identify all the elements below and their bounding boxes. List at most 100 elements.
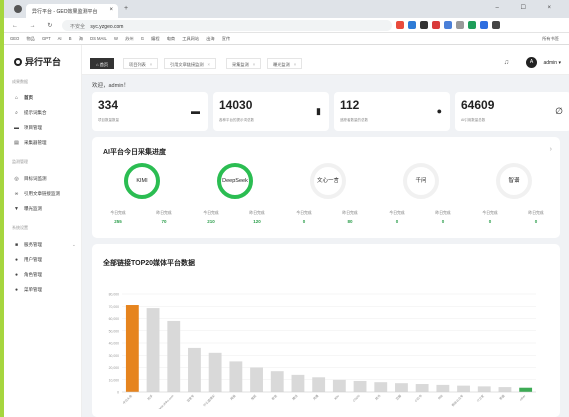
address-bar[interactable]: 不安全 syc.yzgeo.com: [62, 20, 392, 31]
bar[interactable]: [374, 382, 388, 392]
target-icon: ◎: [14, 176, 19, 182]
bar[interactable]: [332, 379, 346, 392]
close-icon[interactable]: ×: [109, 7, 113, 13]
sidebar-item-users[interactable]: ● 用户管理: [14, 257, 42, 263]
x-tick-label: 36kr: [333, 394, 340, 401]
bar[interactable]: [270, 371, 284, 392]
bar[interactable]: [353, 380, 367, 392]
bar[interactable]: [167, 320, 181, 392]
bar[interactable]: [146, 308, 160, 392]
app-logo[interactable]: 异行平台: [14, 55, 61, 68]
bar[interactable]: [188, 347, 201, 392]
bar[interactable]: [498, 387, 512, 392]
extension-icon[interactable]: [396, 21, 404, 29]
bookmark-item[interactable]: GPT: [42, 36, 51, 41]
user-menu[interactable]: admin ▾: [543, 60, 561, 66]
extension-icons: [396, 21, 500, 29]
close-icon[interactable]: ×: [150, 62, 152, 67]
progress-ring: KIMI: [124, 163, 160, 199]
x-tick-label: 网易: [229, 393, 237, 401]
bar[interactable]: [457, 385, 470, 392]
tab-projects[interactable]: 项目列表 ×: [123, 58, 159, 69]
sidebar-item-exposure[interactable]: ▼ 曝光监测: [14, 206, 42, 212]
bookmark-item[interactable]: 编程: [151, 36, 159, 41]
done-label: 今日完成: [296, 211, 312, 215]
window-controls[interactable]: – ☐ ×: [495, 4, 561, 11]
extension-icon[interactable]: [492, 21, 500, 29]
done-stat: 今日完成 0: [470, 211, 510, 224]
sidebar-item-target-words[interactable]: ◎ 目标词监测: [14, 176, 46, 182]
bar[interactable]: [125, 305, 139, 392]
bookmark-item[interactable]: GEO: [10, 36, 19, 41]
extension-icon[interactable]: [468, 21, 476, 29]
extension-icon[interactable]: [456, 21, 464, 29]
bar[interactable]: [415, 384, 429, 392]
sidebar-item-home[interactable]: ⌂ 首页: [14, 95, 33, 101]
browser-tab[interactable]: 异行平台 - GEO效果监测平台 ×: [26, 4, 118, 18]
sidebar-item-menus[interactable]: ● 菜单管理: [14, 287, 42, 293]
bar[interactable]: [477, 386, 491, 392]
chevron-right-icon[interactable]: ›: [550, 146, 552, 153]
bar[interactable]: [519, 387, 533, 392]
sidebar-item-label: 首页: [24, 95, 33, 100]
total-stat: 昨日完成 120: [237, 211, 277, 224]
user-icon: ●: [14, 287, 19, 293]
new-tab-icon[interactable]: +: [124, 5, 128, 12]
sidebar-group-label: 系统设置: [12, 225, 28, 230]
x-tick-label: 简书: [374, 393, 382, 401]
bookmark-item[interactable]: 物品: [26, 36, 34, 41]
tab-exposure[interactable]: 曝光监测 ×: [267, 58, 303, 69]
bookmark-item[interactable]: 出海: [206, 36, 214, 41]
bookmark-item[interactable]: AI: [58, 36, 62, 41]
sidebar-item-projects[interactable]: ▬ 项目管理: [14, 125, 42, 131]
bar[interactable]: [312, 377, 326, 392]
extension-icon[interactable]: [408, 21, 416, 29]
done-value: 0: [488, 219, 492, 224]
progress-ring: 文心一言: [310, 163, 346, 199]
tab-collection[interactable]: 采集监测 ×: [226, 58, 262, 69]
stat-label: 追踪者数量的总数: [340, 118, 368, 122]
bookmark-item[interactable]: 工具网站: [182, 36, 199, 41]
bar[interactable]: [395, 383, 408, 392]
bar[interactable]: [291, 374, 305, 392]
close-icon[interactable]: ×: [294, 62, 296, 67]
bar[interactable]: [229, 361, 243, 392]
bar[interactable]: [208, 352, 222, 392]
done-stat: 今日完成 255: [98, 211, 138, 224]
sidebar-item-prompts[interactable]: ⌕ 提示词集合: [14, 110, 46, 116]
list-icon: ▤: [14, 140, 19, 146]
bookmark-item[interactable]: G: [141, 36, 144, 41]
x-tick-label: 凤凰: [312, 393, 320, 401]
sidebar-item-services[interactable]: ■ 服务管理 ⌄: [14, 242, 76, 248]
all-bookmarks[interactable]: 所有书签: [542, 36, 559, 42]
welcome-text: 欢迎，admin！: [92, 83, 129, 89]
bookmark-item[interactable]: DS MAIL: [90, 36, 107, 41]
extension-icon[interactable]: [444, 21, 452, 29]
profile-icon[interactable]: [14, 5, 22, 13]
stat-card: 112 追踪者数量的总数 ●: [334, 92, 450, 131]
tab-link-monitor[interactable]: 引用文章链接监测 ×: [164, 58, 216, 69]
stat-value: 334: [98, 98, 119, 112]
extension-icon[interactable]: [420, 21, 428, 29]
tab-home[interactable]: ⌂ 首页: [90, 58, 115, 69]
bar[interactable]: [436, 384, 450, 392]
avatar[interactable]: A: [526, 57, 537, 68]
bookmark-item[interactable]: B: [69, 36, 72, 41]
bookmark-item[interactable]: 海: [79, 36, 83, 41]
extension-icon[interactable]: [432, 21, 440, 29]
close-icon[interactable]: ×: [253, 62, 255, 67]
platform-progress: DeepSeek 今日完成 210 昨日完成 120: [191, 163, 279, 233]
bar[interactable]: [250, 367, 263, 393]
bookmark-item[interactable]: 苏州: [125, 36, 133, 41]
sidebar-group-label: 监测管理: [12, 159, 28, 164]
extension-icon[interactable]: [480, 21, 488, 29]
bookmark-item[interactable]: 宣传: [222, 36, 230, 41]
progress-ring: 千问: [403, 163, 439, 199]
bookmark-item[interactable]: W: [114, 36, 118, 41]
sidebar-item-link-monitor[interactable]: ∞ 引用文章链接监测: [14, 191, 60, 197]
sidebar-item-collectors[interactable]: ▤ 采集器管理: [14, 140, 46, 146]
bell-icon[interactable]: ♫: [504, 59, 509, 66]
bookmark-item[interactable]: 电商: [167, 36, 175, 41]
close-icon[interactable]: ×: [208, 62, 210, 67]
sidebar-item-roles[interactable]: ● 角色管理: [14, 272, 42, 278]
